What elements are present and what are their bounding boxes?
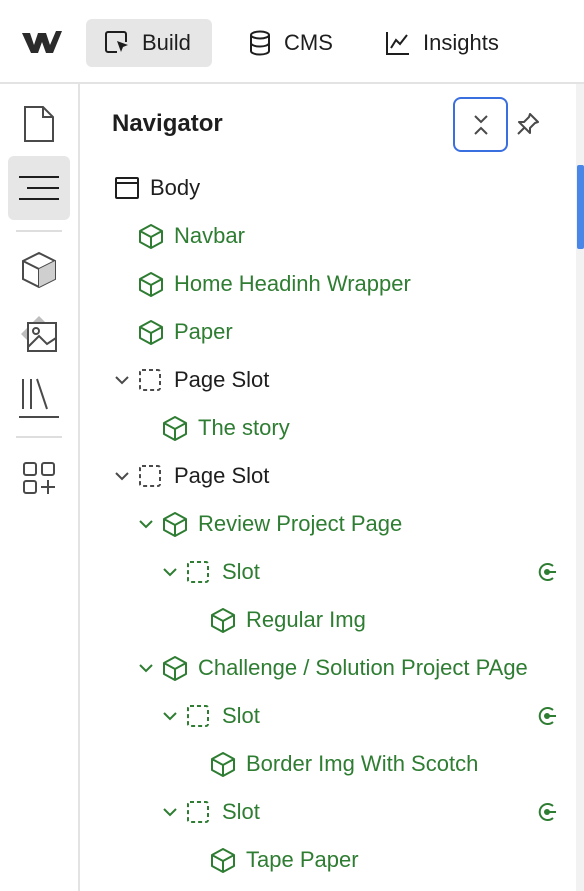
tree-item-label: Slot xyxy=(222,799,260,824)
tree-item-label: Slot xyxy=(222,559,260,584)
tree-item-label: The story xyxy=(198,415,290,440)
assets-icon xyxy=(21,316,57,352)
slot-target-icon[interactable] xyxy=(536,705,558,727)
tree-item-navbar[interactable]: Navbar xyxy=(138,216,245,256)
slot-icon xyxy=(138,464,174,488)
chevron-down-icon[interactable] xyxy=(138,519,162,529)
tab-cms-label: CMS xyxy=(284,30,333,55)
tree-item-label: Home Headinh Wrapper xyxy=(174,271,411,296)
pages-button[interactable] xyxy=(8,92,70,156)
component-icon xyxy=(210,847,246,873)
rail-divider xyxy=(16,230,62,232)
tree-item-label: Tape Paper xyxy=(246,847,359,872)
tree-item-label: Page Slot xyxy=(174,367,270,392)
component-icon xyxy=(138,223,174,249)
component-icon xyxy=(162,415,198,441)
tree-item-label: Page Slot xyxy=(174,463,270,488)
slot-target-icon[interactable] xyxy=(536,561,558,583)
tree-item-label: Paper xyxy=(174,319,233,344)
collapse-all-icon xyxy=(473,114,488,135)
apps-icon xyxy=(23,462,55,494)
tree-item-review-project-page[interactable]: Review Project Page xyxy=(138,504,402,544)
tree-item-label: Navbar xyxy=(174,223,245,248)
tab-build[interactable]: Build xyxy=(86,19,212,67)
pin-button[interactable] xyxy=(512,108,544,140)
slot-icon xyxy=(138,368,174,392)
tree-item-tape-paper[interactable]: Tape Paper xyxy=(210,840,359,880)
cursor-select-icon xyxy=(105,31,128,53)
slot-icon xyxy=(186,704,222,728)
tab-insights[interactable]: Insights xyxy=(385,19,499,67)
apps-button[interactable] xyxy=(8,446,70,510)
tree-item-border-img-with-scotch[interactable]: Border Img With Scotch xyxy=(210,744,478,784)
tree-item-paper[interactable]: Paper xyxy=(138,312,233,352)
navigator-icon xyxy=(19,176,59,200)
libraries-button[interactable] xyxy=(8,366,70,430)
pin-icon xyxy=(517,113,539,135)
tree-item-body[interactable]: Body xyxy=(114,168,200,208)
chevron-down-icon[interactable] xyxy=(162,567,186,577)
assets-button[interactable] xyxy=(8,302,70,366)
body-icon xyxy=(114,176,150,200)
tree-item-label: Regular Img xyxy=(246,607,366,632)
tab-cms[interactable]: CMS xyxy=(248,19,333,67)
tree-item-label: Slot xyxy=(222,703,260,728)
top-bar: Build CMS Insights xyxy=(0,0,584,84)
tree-item-page-slot[interactable]: Page Slot xyxy=(114,456,269,496)
component-icon xyxy=(162,655,198,681)
slot-icon xyxy=(186,800,222,824)
tree-item-label: Challenge / Solution Project PAge xyxy=(198,655,528,680)
chevron-down-icon[interactable] xyxy=(138,663,162,673)
libraries-icon xyxy=(19,378,59,418)
tree-item-the-story[interactable]: The story xyxy=(162,408,290,448)
tree-item-slot[interactable]: Slot xyxy=(162,792,260,832)
tree-item-challenge-solution-project-page[interactable]: Challenge / Solution Project PAge xyxy=(138,648,528,688)
component-icon xyxy=(210,607,246,633)
rail-divider xyxy=(16,436,62,438)
tree-item-label: Border Img With Scotch xyxy=(246,751,479,776)
component-icon xyxy=(138,319,174,345)
tab-insights-label: Insights xyxy=(423,30,499,55)
component-icon xyxy=(210,751,246,777)
tree-item-slot[interactable]: Slot xyxy=(162,552,260,592)
navigator-panel: Navigator Body Navbar Home Headinh Wrapp… xyxy=(80,84,576,891)
slot-target-icon[interactable] xyxy=(536,801,558,823)
panel-title: Navigator xyxy=(112,110,223,137)
scrollbar-thumb[interactable] xyxy=(577,165,584,249)
navigator-button[interactable] xyxy=(8,156,70,220)
tree-item-home-heading-wrapper[interactable]: Home Headinh Wrapper xyxy=(138,264,411,304)
chevron-down-icon[interactable] xyxy=(114,471,138,481)
tree-item-label: Review Project Page xyxy=(198,511,403,536)
webflow-logo-icon[interactable] xyxy=(22,28,62,56)
database-icon xyxy=(250,30,270,56)
chevron-down-icon[interactable] xyxy=(162,711,186,721)
line-chart-icon xyxy=(386,32,409,55)
tree-item-page-slot[interactable]: Page Slot xyxy=(114,360,269,400)
left-rail xyxy=(0,84,80,891)
component-icon xyxy=(138,271,174,297)
tree-item-label: Body xyxy=(150,175,201,200)
components-icon xyxy=(22,251,56,289)
chevron-down-icon[interactable] xyxy=(114,375,138,385)
tab-build-label: Build xyxy=(142,30,191,55)
page-icon xyxy=(24,106,54,142)
chevron-down-icon[interactable] xyxy=(162,807,186,817)
tree-item-regular-img[interactable]: Regular Img xyxy=(210,600,366,640)
tree-item-slot[interactable]: Slot xyxy=(162,696,260,736)
slot-icon xyxy=(186,560,222,584)
component-icon xyxy=(162,511,198,537)
components-button[interactable] xyxy=(8,238,70,302)
collapse-all-button[interactable] xyxy=(453,97,508,152)
